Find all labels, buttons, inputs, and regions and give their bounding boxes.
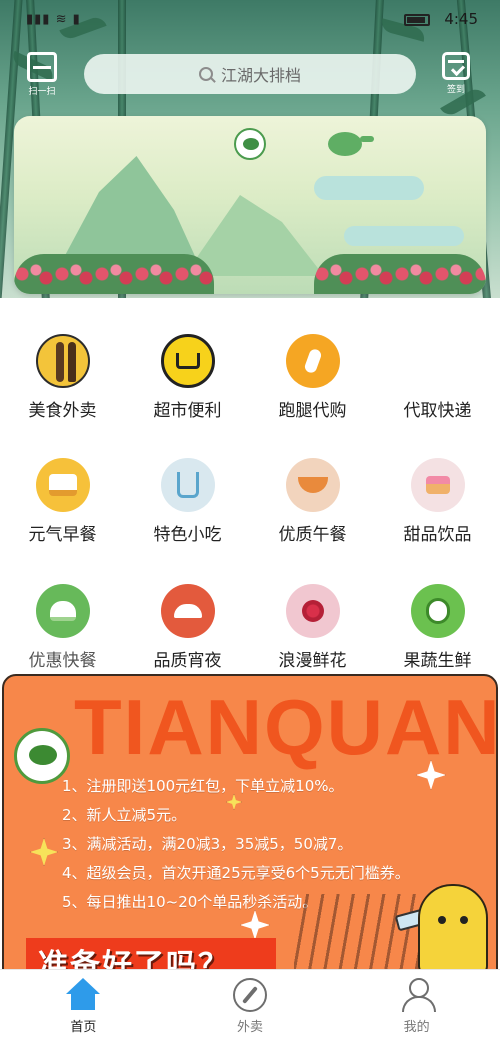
search-icon bbox=[198, 67, 213, 81]
teapot-icon bbox=[328, 132, 374, 156]
scan-icon bbox=[27, 52, 57, 82]
cloud-illustration bbox=[344, 226, 464, 246]
fries-icon bbox=[160, 458, 215, 512]
signin-label: 签到 bbox=[446, 85, 465, 95]
promo-line: 4、超级会员，首次开通25元享受6个5元无门槛券。 bbox=[62, 864, 410, 882]
mascot-illustration bbox=[418, 884, 488, 972]
bottom-tab-bar: 首页 外卖 我的 bbox=[0, 969, 500, 1039]
compass-icon bbox=[233, 978, 267, 1012]
category-label: 甜品饮品 bbox=[403, 525, 472, 545]
status-bar: ▮▮▮ ≋ ▮ 4:45 bbox=[0, 0, 500, 40]
signin-button[interactable]: 签到 bbox=[438, 52, 474, 98]
cupcake-icon bbox=[410, 458, 465, 512]
scan-button[interactable]: 扫一扫 bbox=[22, 52, 62, 98]
scan-label: 扫一扫 bbox=[28, 87, 56, 97]
category-label: 果蔬生鲜 bbox=[403, 651, 472, 671]
category-label: 优质午餐 bbox=[278, 525, 347, 545]
flowers-illustration bbox=[314, 254, 486, 294]
tab-profile[interactable]: 我的 bbox=[333, 970, 500, 1039]
tab-label: 我的 bbox=[403, 1020, 430, 1035]
promo-watermark: TIANQUAN bbox=[74, 683, 498, 771]
category-yuanqi-zaocan[interactable]: 元气早餐 bbox=[0, 458, 125, 545]
category-chaoshi-bianli[interactable]: 超市便利 bbox=[125, 334, 250, 421]
user-icon bbox=[400, 978, 436, 1012]
hero-banner[interactable] bbox=[14, 116, 486, 294]
search-placeholder: 江湖大排档 bbox=[220, 66, 301, 85]
flowers-illustration bbox=[14, 254, 214, 294]
noodle-bowl-icon bbox=[285, 458, 340, 512]
tab-takeout[interactable]: 外卖 bbox=[167, 970, 334, 1039]
category-youzhi-wucan[interactable]: 优质午餐 bbox=[250, 458, 375, 545]
vegetable-icon bbox=[410, 584, 465, 638]
promo-line: 2、新人立减5元。 bbox=[62, 806, 187, 824]
app-screen: ▮▮▮ ≋ ▮ 4:45 扫一扫 江湖大排档 签到 美食外卖 超市便利 跑腿代购… bbox=[0, 0, 500, 1039]
category-label: 特色小吃 bbox=[153, 525, 222, 545]
brand-logo-icon bbox=[234, 128, 266, 160]
promo-line: 1、注册即送100元红包，下单立减10%。 bbox=[62, 777, 344, 795]
category-tianpin-yinpin[interactable]: 甜品饮品 bbox=[375, 458, 500, 545]
package-icon bbox=[411, 334, 465, 388]
calendar-check-icon bbox=[442, 52, 470, 80]
cutlery-icon bbox=[35, 334, 90, 388]
category-langman-xianhua[interactable]: 浪漫鲜花 bbox=[250, 584, 375, 671]
category-label: 超市便利 bbox=[153, 401, 222, 421]
category-paotui-daigou[interactable]: 跑腿代购 bbox=[250, 334, 375, 421]
promo-line: 3、满减活动，满20减3，35减5，50减7。 bbox=[62, 835, 353, 853]
hero-background: ▮▮▮ ≋ ▮ 4:45 扫一扫 江湖大排档 签到 bbox=[0, 0, 500, 298]
category-tese-xiaochi[interactable]: 特色小吃 bbox=[125, 458, 250, 545]
battery-icon bbox=[404, 14, 430, 26]
rays-decoration bbox=[294, 894, 434, 972]
category-guoshu-shengxian[interactable]: 果蔬生鲜 bbox=[375, 584, 500, 671]
cloche-icon bbox=[160, 584, 215, 638]
tab-label: 外卖 bbox=[237, 1020, 264, 1035]
category-label: 元气早餐 bbox=[28, 525, 97, 545]
category-daiqu-kuaidi[interactable]: 代取快递 bbox=[375, 334, 500, 421]
breakfast-icon bbox=[35, 458, 90, 512]
flower-icon bbox=[285, 584, 340, 638]
home-icon bbox=[64, 978, 102, 1012]
sparkle-icon bbox=[30, 838, 58, 866]
category-pinzhi-xiaoye[interactable]: 品质宵夜 bbox=[125, 584, 250, 671]
burger-icon bbox=[35, 584, 90, 638]
tab-home[interactable]: 首页 bbox=[0, 970, 167, 1039]
category-label: 代取快递 bbox=[403, 401, 472, 421]
category-label: 美食外卖 bbox=[28, 401, 97, 421]
status-time: 4:45 bbox=[444, 10, 478, 28]
category-label: 跑腿代购 bbox=[278, 401, 347, 421]
promo-banner[interactable]: TIANQUAN 1、注册即送100元红包，下单立减10%。 2、新人立减5元。… bbox=[2, 674, 498, 974]
runner-icon bbox=[285, 334, 340, 388]
category-label: 优惠快餐 bbox=[28, 651, 97, 671]
category-meishi-waimai[interactable]: 美食外卖 bbox=[0, 334, 125, 421]
tab-label: 首页 bbox=[70, 1020, 97, 1035]
search-input[interactable]: 江湖大排档 bbox=[84, 54, 416, 94]
category-youhui-kuaican[interactable]: 优惠快餐 bbox=[0, 584, 125, 671]
signal-wifi-icons: ▮▮▮ ≋ ▮ bbox=[26, 12, 81, 27]
category-label: 品质宵夜 bbox=[153, 651, 222, 671]
shopping-cart-icon bbox=[160, 334, 215, 388]
cloud-illustration bbox=[314, 176, 424, 200]
category-label: 浪漫鲜花 bbox=[278, 651, 347, 671]
